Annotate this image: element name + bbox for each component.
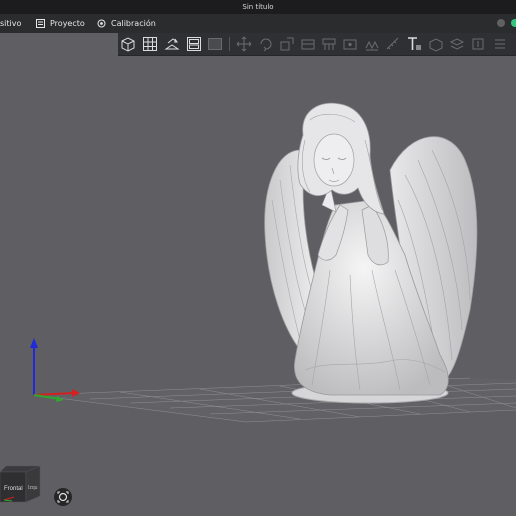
text-icon[interactable] (406, 36, 422, 52)
menu-project[interactable]: Proyecto (36, 14, 85, 33)
menu-device-label: sitivo (0, 19, 22, 28)
seam-icon[interactable] (342, 36, 358, 52)
menu-calibration[interactable]: Calibración (97, 14, 156, 33)
menu-calibration-label: Calibración (111, 19, 156, 28)
menu-device[interactable]: sitivo (0, 14, 21, 33)
grid-arrange-icon[interactable] (142, 36, 158, 52)
variable-height-icon[interactable] (470, 36, 486, 52)
auto-orient-icon[interactable] (164, 36, 180, 52)
menu-project-label: Proyecto (50, 19, 85, 28)
navigation-cube[interactable]: Frontal Izqu (0, 464, 44, 504)
toolbar (118, 33, 516, 56)
status-indicator-gray (497, 19, 505, 27)
cut-icon[interactable] (300, 36, 316, 52)
angel-model[interactable] (264, 102, 478, 404)
navcube-side-label: Izqu (28, 485, 38, 491)
menu-bar: sitivo Proyecto Calibración (0, 14, 516, 33)
assembly-icon[interactable] (428, 36, 444, 52)
measure-icon[interactable] (385, 36, 401, 52)
window-title: Sin título (242, 3, 274, 11)
rotate-icon[interactable] (258, 36, 274, 52)
3d-viewport[interactable]: Frontal Izqu (0, 55, 516, 516)
support-icon[interactable] (321, 36, 337, 52)
calibration-icon (97, 19, 106, 28)
add-cube-icon[interactable] (120, 36, 136, 52)
split-plates-icon[interactable] (186, 36, 202, 52)
navcube-front-label: Frontal (4, 486, 23, 492)
scale-icon[interactable] (279, 36, 295, 52)
fuzzy-skin-icon[interactable] (364, 36, 380, 52)
move-icon[interactable] (236, 36, 252, 52)
scene-canvas[interactable] (0, 55, 516, 516)
title-bar: Sin título (0, 0, 516, 14)
toolbar-separator (229, 37, 230, 51)
object-list-icon[interactable] (492, 36, 508, 52)
layer-icon[interactable] (449, 36, 465, 52)
zoom-fit-button[interactable] (54, 488, 72, 506)
zoom-fit-icon (57, 491, 69, 503)
status-indicator-green (511, 19, 516, 27)
folder-icon (36, 19, 45, 28)
plate-icon[interactable] (207, 36, 223, 52)
axis-gizmo (30, 338, 80, 402)
